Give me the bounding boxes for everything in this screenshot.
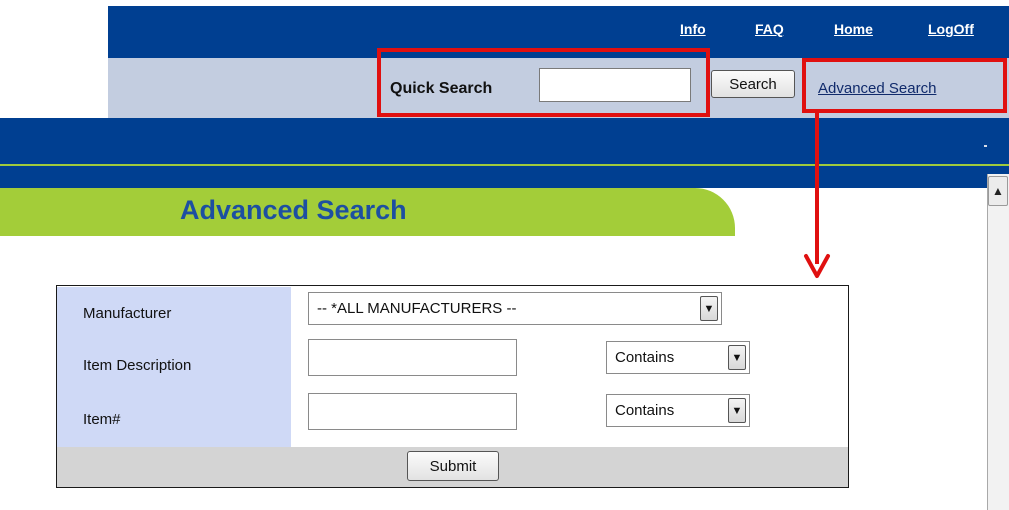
item-description-input[interactable] bbox=[308, 339, 517, 376]
manufacturer-label: Manufacturer bbox=[83, 304, 172, 322]
item-description-label-cell: Item Description bbox=[57, 339, 291, 391]
annotation-arrow-line bbox=[815, 112, 819, 264]
nav-link-logoff[interactable]: LogOff bbox=[928, 21, 974, 37]
scroll-up-button[interactable]: ▲ bbox=[988, 176, 1008, 206]
nav-link-info[interactable]: Info bbox=[680, 21, 706, 37]
arrow-down-icon bbox=[804, 254, 830, 278]
item-description-match-value: Contains bbox=[615, 349, 675, 366]
chevron-down-icon[interactable]: ▼ bbox=[728, 345, 746, 370]
item-number-input[interactable] bbox=[308, 393, 517, 430]
item-number-label: Item# bbox=[83, 410, 121, 428]
page-title: Advanced Search bbox=[180, 195, 407, 225]
left-blank bbox=[0, 0, 108, 118]
manufacturer-select[interactable]: -- *ALL MANUFACTURERS -- ▼ bbox=[308, 292, 722, 325]
item-description-match-select[interactable]: Contains ▼ bbox=[606, 341, 750, 374]
manufacturer-select-value: -- *ALL MANUFACTURERS -- bbox=[317, 300, 517, 317]
item-description-label: Item Description bbox=[83, 356, 192, 374]
item-number-match-value: Contains bbox=[615, 402, 675, 419]
header-band bbox=[0, 118, 1009, 164]
quick-search-highlight bbox=[377, 48, 710, 117]
chevron-down-icon[interactable]: ▼ bbox=[728, 398, 746, 423]
header-band-lower bbox=[0, 166, 1009, 188]
search-button[interactable]: Search bbox=[711, 70, 795, 98]
item-number-label-cell: Item# bbox=[57, 391, 291, 447]
header-dot bbox=[984, 145, 987, 147]
chevron-up-icon: ▲ bbox=[992, 184, 1004, 198]
vertical-scrollbar[interactable] bbox=[987, 174, 1009, 510]
chevron-down-icon[interactable]: ▼ bbox=[700, 296, 718, 321]
manufacturer-label-cell: Manufacturer bbox=[57, 287, 291, 339]
submit-button[interactable]: Submit bbox=[407, 451, 499, 481]
item-number-match-select[interactable]: Contains ▼ bbox=[606, 394, 750, 427]
nav-link-home[interactable]: Home bbox=[834, 21, 873, 37]
advanced-search-highlight bbox=[802, 58, 1007, 113]
nav-link-faq[interactable]: FAQ bbox=[755, 21, 784, 37]
